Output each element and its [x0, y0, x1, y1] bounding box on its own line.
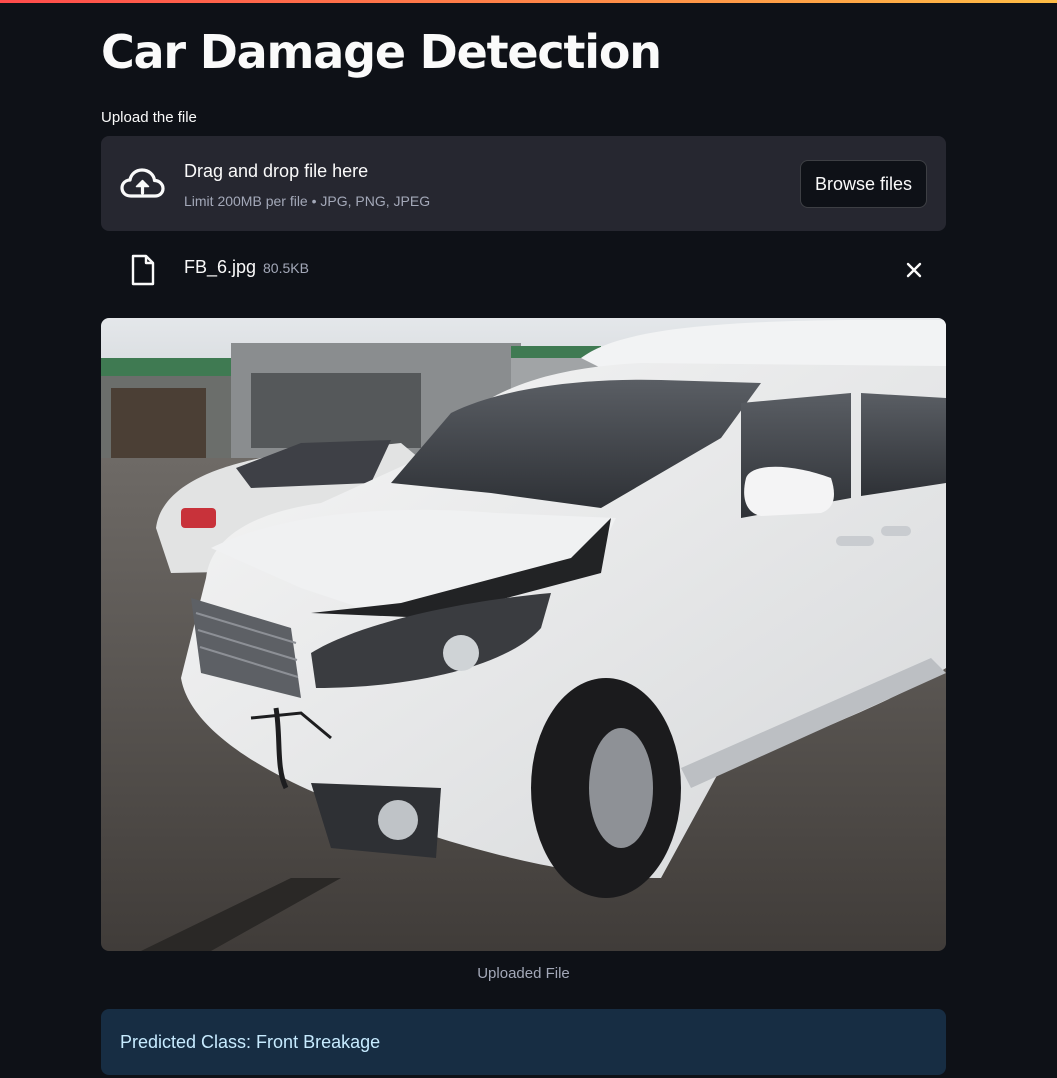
prediction-text: Predicted Class: Front Breakage: [120, 1032, 381, 1052]
cloud-upload-icon: [120, 168, 165, 198]
car-photo: [101, 318, 946, 951]
uploaded-file-size: 80.5KB: [263, 260, 309, 276]
browse-files-button[interactable]: Browse files: [800, 160, 927, 208]
file-uploader-label: Upload the file: [101, 109, 197, 126]
uploaded-file-name: FB_6.jpg: [184, 257, 257, 277]
image-caption: Uploaded File: [477, 965, 570, 982]
close-icon[interactable]: [902, 259, 926, 281]
header-decoration-stripe: [0, 0, 1057, 3]
file-icon: [131, 254, 155, 286]
uploaded-image: [101, 318, 946, 951]
prediction-alert: Predicted Class: Front Breakage: [101, 1009, 946, 1075]
page-title: Car Damage Detection: [101, 25, 662, 79]
dropzone-instructions: Drag and drop file here: [184, 161, 369, 181]
dropzone-limit-text: Limit 200MB per file • JPG, PNG, JPEG: [184, 193, 431, 209]
